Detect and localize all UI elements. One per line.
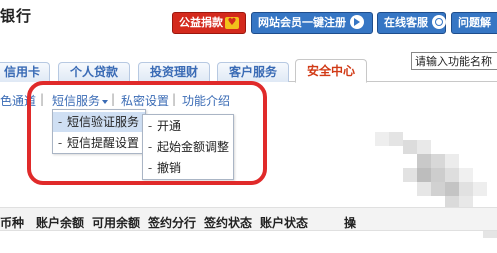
column-header-available: 可用余额 (92, 216, 141, 230)
column-header-currency: 币种 (0, 216, 25, 230)
column-header-sign-status: 签约状态 (204, 216, 253, 230)
charity-donation-label: 公益捐款 (179, 16, 223, 29)
bank-logo-text: 银行 (0, 7, 33, 25)
member-register-button[interactable]: 网站会员一键注册 (251, 12, 373, 34)
heart-icon: ♥ (225, 17, 239, 29)
headset-icon (432, 15, 446, 29)
tab-customer-service[interactable]: 客户服务 (217, 62, 289, 82)
help-button[interactable]: 问题解 (451, 12, 497, 34)
play-arrow-icon (350, 15, 364, 29)
main-tab-bar: 信用卡 个人贷款 投资理财 客户服务 安全中心 (0, 59, 497, 83)
member-register-label: 网站会员一键注册 (258, 16, 346, 29)
tab-investment[interactable]: 投资理财 (138, 62, 210, 82)
column-header-branch: 签约分行 (148, 216, 197, 230)
online-service-button[interactable]: 在线客服 (377, 12, 446, 34)
account-table-header: 币种 账户余额 可用余额 签约分行 签约状态 账户状态 操 (0, 207, 497, 231)
pixelated-blur-region (375, 132, 497, 238)
tab-credit-card[interactable]: 信用卡 (0, 62, 50, 82)
column-header-balance: 账户余额 (36, 216, 85, 230)
help-label: 问题解 (458, 16, 491, 29)
column-header-account-status: 账户状态 (260, 216, 309, 230)
online-service-label: 在线客服 (384, 16, 428, 29)
tab-security-center[interactable]: 安全中心 (295, 59, 367, 83)
column-header-action: 操 (344, 216, 357, 230)
charity-donation-button[interactable]: 公益捐款 ♥ (172, 12, 246, 34)
highlight-annotation (27, 81, 267, 185)
tab-personal-loan[interactable]: 个人贷款 (58, 62, 130, 82)
